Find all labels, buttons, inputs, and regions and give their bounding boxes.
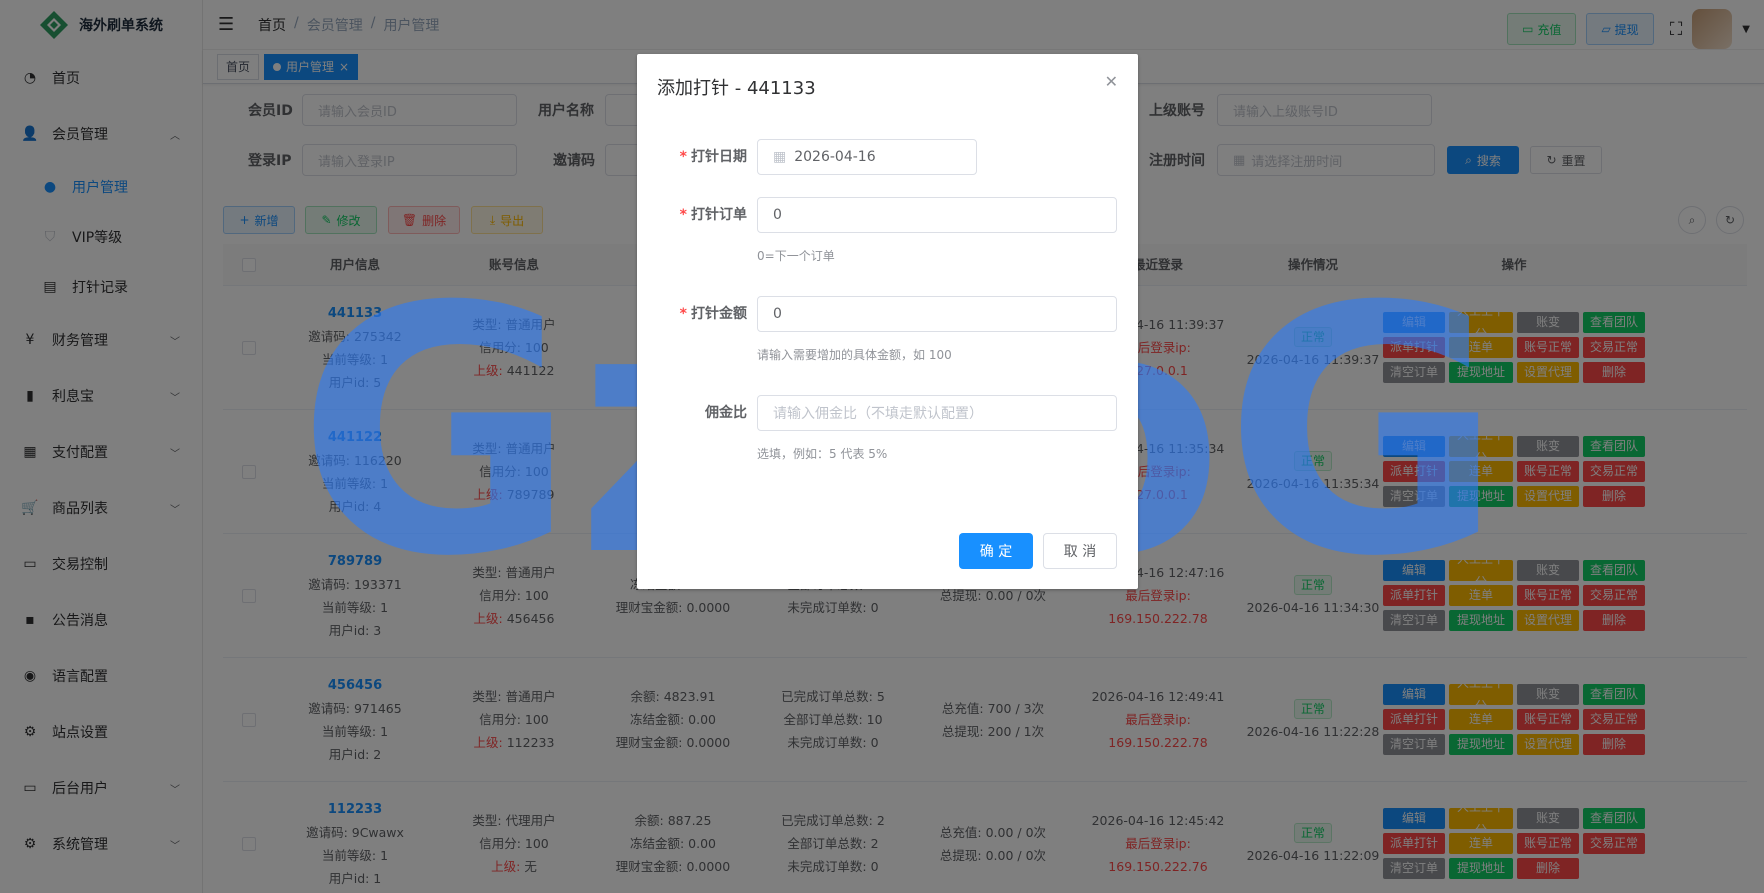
commission-input[interactable]: 请输入佣金比（不填走默认配置） — [757, 395, 1117, 431]
date-label: * 打针日期 — [680, 146, 747, 166]
order-label: * 打针订单 — [680, 204, 747, 224]
commission-hint: 选填，例如：5 代表 5% — [757, 447, 888, 461]
order-label-text: 打针订单 — [691, 207, 747, 223]
required-mark: * — [679, 207, 687, 223]
required-mark: * — [679, 306, 687, 322]
dialog-title: 添加打针 - 441133 — [657, 78, 816, 99]
commission-label: 佣金比 — [705, 405, 747, 421]
calendar-icon: ▦ — [773, 149, 787, 165]
date-label-text: 打针日期 — [691, 149, 747, 165]
amount-label-text: 打针金额 — [691, 306, 747, 322]
amount-hint: 请输入需要增加的具体金额，如 100 — [757, 348, 952, 362]
amount-input[interactable]: 0 — [757, 296, 1117, 332]
cancel-button[interactable]: 取 消 — [1043, 533, 1117, 569]
close-icon[interactable]: ✕ — [1105, 72, 1118, 91]
order-input[interactable]: 0 — [757, 197, 1117, 233]
required-mark: * — [679, 149, 687, 165]
confirm-button[interactable]: 确 定 — [959, 533, 1033, 569]
date-picker[interactable]: ▦ 2026-04-16 — [757, 139, 977, 175]
add-injection-dialog: 添加打针 - 441133 ✕ * 打针日期 ▦ 2026-04-16 * 打针订单 … — [637, 54, 1138, 589]
order-hint: 0=下一个订单 — [757, 249, 835, 263]
date-value: 2026-04-16 — [794, 149, 876, 165]
amount-label: * 打针金额 — [680, 303, 747, 323]
